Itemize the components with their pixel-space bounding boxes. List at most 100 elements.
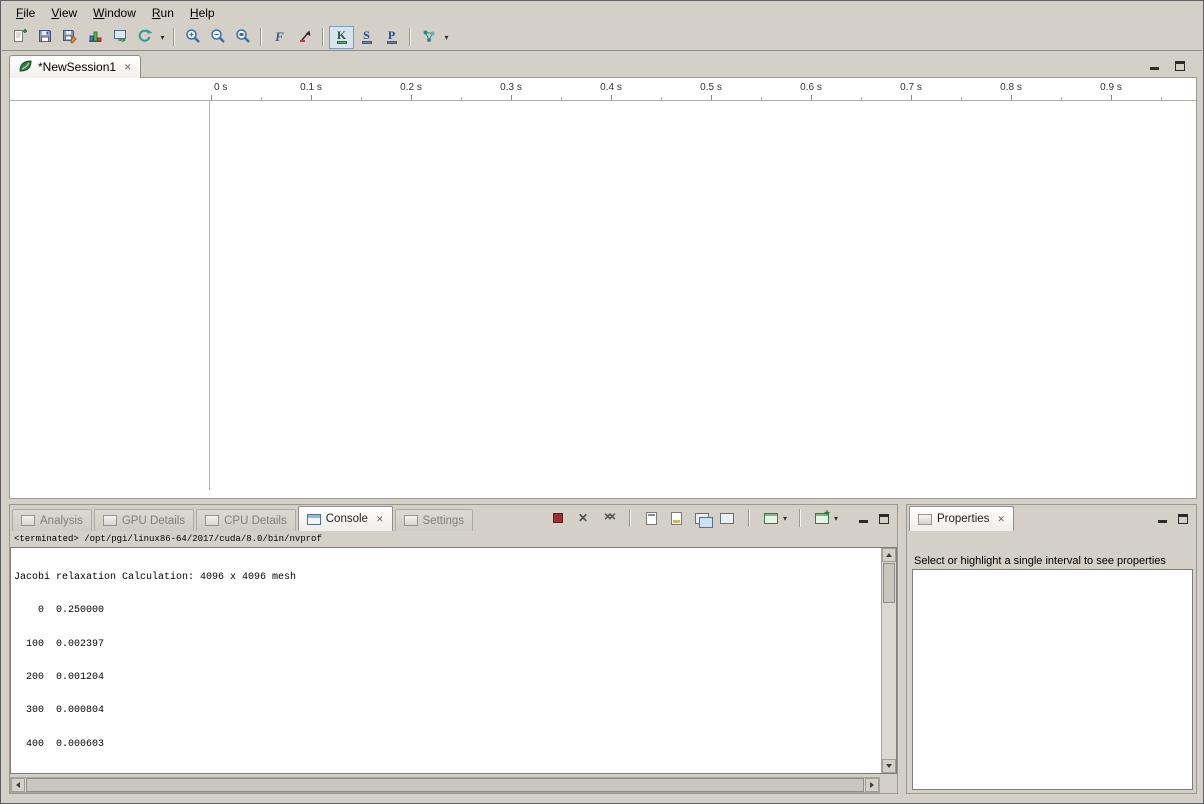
console-vertical-scrollbar[interactable] [881,548,896,773]
minimize-icon[interactable] [1147,59,1161,71]
clear-console-button[interactable] [643,509,661,527]
toolbar-separator [409,28,411,46]
session-tab-close-icon[interactable]: ✕ [124,62,132,73]
kernel-toggle-button[interactable]: K [329,26,354,49]
stream-toggle-button[interactable]: S [354,26,379,49]
zoom-in-icon [185,28,201,47]
refresh-button[interactable] [132,26,157,49]
open-console-icon [815,513,829,524]
zoom-fit-icon [235,28,251,47]
zoom-out-icon [210,28,226,47]
maximize-icon[interactable] [1173,59,1187,71]
tab-gpu-details-label: GPU Details [122,515,185,527]
console-tab-icon [307,514,321,525]
toolbar-separator [799,509,801,527]
tab-cpu-details[interactable]: CPU Details [196,509,296,531]
nvvp-window: File View Window Run Help [0,0,1204,804]
ruler-label: 0.4 s [595,82,627,93]
console-line: 300 0.000804 [14,705,879,716]
timeline-row-tree[interactable] [10,101,209,498]
save-as-icon [62,28,78,47]
menu-run[interactable]: Run [144,3,182,23]
timeline-view: 0 s 0.1 s 0.2 s 0.3 s 0.4 s 0.5 s 0.6 s … [9,77,1197,499]
menu-file[interactable]: File [8,3,43,23]
zoom-fit-button[interactable] [230,26,255,49]
stream-toggle-icon: S [362,30,372,44]
save-session-as-button[interactable] [57,26,82,49]
tab-console[interactable]: Console ✕ [298,506,393,531]
remove-launch-button[interactable]: ✕ [574,509,592,527]
session-tab-label: *NewSession1 [38,60,116,74]
process-toggle-button[interactable]: P [379,26,404,49]
export-report-icon [112,28,128,47]
timeline-ruler[interactable]: 0 s 0.1 s 0.2 s 0.3 s 0.4 s 0.5 s 0.6 s … [10,78,1196,101]
cpu-details-tab-icon [205,515,219,526]
refresh-dropdown-chevron[interactable]: ▾ [157,26,168,49]
new-session-icon [12,28,28,47]
scroll-right-icon[interactable] [865,778,879,792]
guided-analysis-icon [421,28,437,47]
ruler-label: 0.2 s [395,82,427,93]
minimize-icon[interactable] [1155,512,1169,524]
tab-settings[interactable]: Settings [395,509,474,531]
console-output[interactable]: Jacobi relaxation Calculation: 4096 x 40… [10,547,897,774]
tab-properties[interactable]: Properties ✕ [909,506,1014,531]
reset-timeline-button[interactable] [292,26,317,49]
save-icon [37,28,53,47]
maximize-icon[interactable] [877,512,891,524]
show-console-on-output-button[interactable] [718,509,736,527]
display-console-dropdown-chevron[interactable]: ▾ [783,514,787,523]
console-panel-tabs: Analysis GPU Details CPU Details Console… [10,505,897,531]
zoom-in-button[interactable] [180,26,205,49]
menu-view[interactable]: View [43,3,85,23]
open-console-button[interactable] [813,509,831,527]
session-icon [18,59,33,76]
session-tab[interactable]: *NewSession1 ✕ [9,55,141,78]
zoom-out-button[interactable] [205,26,230,49]
pin-console-button[interactable] [693,509,711,527]
tab-gpu-details[interactable]: GPU Details [94,509,194,531]
menu-window[interactable]: Window [85,3,144,23]
maximize-icon[interactable] [1176,512,1190,524]
timeline-view-window-buttons [1147,59,1187,71]
bar-chart-button[interactable] [82,26,107,49]
tab-analysis[interactable]: Analysis [12,509,92,531]
terminate-button[interactable] [549,509,567,527]
console-status-line: <terminated> /opt/pgi/linux86-64/2017/cu… [14,534,322,544]
properties-panel-tabs: Properties ✕ [907,505,1196,531]
tab-settings-label: Settings [423,515,465,527]
scroll-lock-button[interactable] [668,509,686,527]
new-session-button[interactable] [7,26,32,49]
export-report-button[interactable] [107,26,132,49]
open-console-dropdown-chevron[interactable]: ▾ [834,514,838,523]
console-tab-close-icon[interactable]: ✕ [376,514,384,525]
console-line: 200 0.001204 [14,672,879,683]
scroll-up-icon[interactable] [882,548,896,562]
guided-analysis-button[interactable] [416,26,441,49]
pin-console-icon [695,513,709,524]
clear-console-icon [646,512,657,525]
analysis-dropdown-chevron[interactable]: ▾ [441,26,452,49]
menu-help[interactable]: Help [182,3,223,23]
analysis-tab-icon [21,515,35,526]
timeline-canvas[interactable] [210,101,1196,498]
display-selected-console-button[interactable] [762,509,780,527]
properties-content[interactable] [912,569,1193,790]
save-session-button[interactable] [32,26,57,49]
toolbar-separator [260,28,262,46]
toolbar-separator [748,509,750,527]
minimize-icon[interactable] [856,512,870,524]
scroll-down-icon[interactable] [882,759,896,773]
console-horizontal-scrollbar[interactable] [10,777,880,793]
refresh-icon [137,28,153,47]
console-panel: Analysis GPU Details CPU Details Console… [9,504,898,794]
fill-timeline-button[interactable]: F [267,26,292,49]
scroll-left-icon[interactable] [11,778,25,792]
horizontal-scroll-thumb[interactable] [26,778,864,792]
console-line: 400 0.000603 [14,739,879,750]
vertical-scroll-thumb[interactable] [883,563,895,603]
process-toggle-icon: P [387,30,397,44]
properties-tab-close-icon[interactable]: ✕ [997,514,1005,525]
tab-analysis-label: Analysis [40,515,83,527]
remove-all-terminated-button[interactable]: ✕✕ [599,509,617,527]
